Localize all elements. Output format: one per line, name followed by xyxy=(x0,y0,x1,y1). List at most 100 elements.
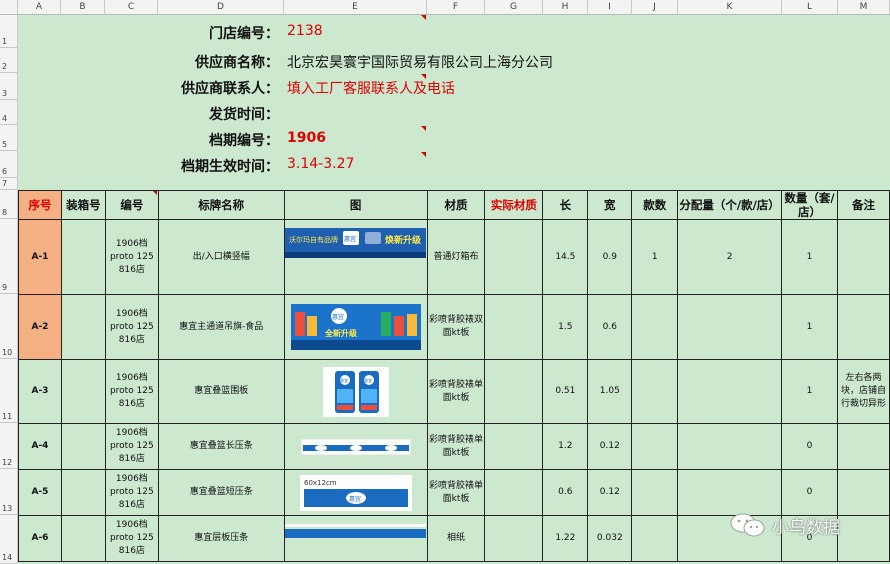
cell-quantity[interactable]: 1 xyxy=(781,359,838,424)
supplier-name-value[interactable]: 北京宏昊寰宇国际贸易有限公司上海分公司 xyxy=(287,52,553,72)
column-header-c[interactable]: C xyxy=(105,0,158,15)
column-header-d[interactable]: D xyxy=(158,0,284,15)
row-header-5[interactable]: 5 xyxy=(0,125,18,151)
column-header-g[interactable]: G xyxy=(485,0,543,15)
cell-length[interactable]: 1.22 xyxy=(542,515,589,562)
header-allocation[interactable]: 分配量（个/款/店） xyxy=(677,190,783,220)
row-header-12[interactable]: 12 xyxy=(0,423,18,469)
row-header-6[interactable]: 6 xyxy=(0,151,18,178)
cell-length[interactable]: 1.5 xyxy=(542,294,589,360)
cell-actual-material[interactable] xyxy=(484,359,544,424)
cell-allocation[interactable] xyxy=(677,423,783,470)
cell-styles[interactable] xyxy=(631,359,679,424)
row-header-4[interactable]: 4 xyxy=(0,100,18,125)
cell-material[interactable]: 彩喷背胶裱双面kt板 xyxy=(426,294,486,360)
cell-width[interactable]: 1.05 xyxy=(587,359,633,424)
schedule-no-value[interactable]: 1906 xyxy=(287,130,326,146)
cell-width[interactable]: 0.9 xyxy=(587,219,633,295)
header-note[interactable]: 备注 xyxy=(836,190,890,220)
header-width[interactable]: 宽 xyxy=(587,190,633,220)
row-header-9[interactable]: 9 xyxy=(0,219,18,294)
column-header-j[interactable]: J xyxy=(632,0,678,15)
column-header-l[interactable]: L xyxy=(782,0,838,15)
cell-seq[interactable]: A-6 xyxy=(18,515,62,562)
comment-indicator[interactable] xyxy=(421,152,426,157)
cell-note[interactable] xyxy=(836,294,890,360)
cell-code[interactable]: 1906档 proto 125 816店 xyxy=(104,469,159,516)
row-header-10[interactable]: 10 xyxy=(0,294,18,359)
cell-code[interactable]: 1906档 proto 125 816店 xyxy=(104,359,159,424)
cell-length[interactable]: 1.2 xyxy=(542,423,589,470)
header-material[interactable]: 材质 xyxy=(426,190,486,220)
cell-length[interactable]: 0.6 xyxy=(542,469,589,516)
comment-indicator[interactable] xyxy=(421,15,426,20)
cell-actual-material[interactable] xyxy=(484,515,544,562)
cell-seq[interactable]: A-2 xyxy=(18,294,62,360)
header-actual-material[interactable]: 实际材质 xyxy=(484,190,544,220)
cell-material[interactable]: 普通灯箱布 xyxy=(426,219,486,295)
cell-box-no[interactable] xyxy=(60,515,106,562)
cell-actual-material[interactable] xyxy=(484,469,544,516)
cell-image[interactable] xyxy=(283,423,428,470)
cell-image[interactable]: 惠宜 全新升级 xyxy=(283,294,428,360)
cell-allocation[interactable]: 2 xyxy=(677,219,783,295)
column-header-i[interactable]: I xyxy=(588,0,632,15)
cell-styles[interactable] xyxy=(631,469,679,516)
cell-sign-name[interactable]: 惠宜层板压条 xyxy=(157,515,285,562)
row-header-2[interactable]: 2 xyxy=(0,48,18,73)
cell-styles[interactable] xyxy=(631,294,679,360)
header-code[interactable]: 编号 xyxy=(104,190,159,220)
cell-note[interactable] xyxy=(836,423,890,470)
cell-quantity[interactable]: 1 xyxy=(781,294,838,360)
row-header-3[interactable]: 3 xyxy=(0,73,18,100)
cell-styles[interactable] xyxy=(631,515,679,562)
cell-length[interactable]: 14.5 xyxy=(542,219,589,295)
shelf-strip-image[interactable] xyxy=(285,524,426,540)
cell-seq[interactable]: A-4 xyxy=(18,423,62,470)
banner-image[interactable]: 沃尔玛自有品牌 惠宜 焕新升级 xyxy=(285,228,426,258)
cell-width[interactable]: 0.6 xyxy=(587,294,633,360)
cell-width[interactable]: 0.12 xyxy=(587,423,633,470)
cell-material[interactable]: 彩喷背胶裱单面kt板 xyxy=(426,359,486,424)
header-quantity[interactable]: 数量（套/店） xyxy=(781,190,838,220)
cell-length[interactable]: 0.51 xyxy=(542,359,589,424)
header-seq[interactable]: 序号 xyxy=(18,190,62,220)
store-no-value[interactable]: 2138 xyxy=(287,23,323,39)
cell-sign-name[interactable]: 惠宜叠篮长压条 xyxy=(157,423,285,470)
cell-image[interactable] xyxy=(283,515,428,562)
cell-material[interactable]: 相纸 xyxy=(426,515,486,562)
comment-indicator[interactable] xyxy=(421,74,426,79)
cell-code[interactable]: 1906档 proto 125 816店 xyxy=(104,423,159,470)
column-header-b[interactable]: B xyxy=(61,0,105,15)
long-strip-image[interactable] xyxy=(300,438,411,455)
cell-actual-material[interactable] xyxy=(484,294,544,360)
cell-sign-name[interactable]: 惠宜叠篮短压条 xyxy=(157,469,285,516)
comment-indicator[interactable] xyxy=(421,126,426,131)
header-image[interactable]: 图 xyxy=(283,190,428,220)
cell-allocation[interactable] xyxy=(677,294,783,360)
cell-code[interactable]: 1906档 proto 125 816店 xyxy=(104,515,159,562)
cell-note[interactable] xyxy=(836,469,890,516)
cell-seq[interactable]: A-1 xyxy=(18,219,62,295)
cell-allocation[interactable] xyxy=(677,469,783,516)
cell-image[interactable]: 60x12cm 惠宜 xyxy=(283,469,428,516)
cell-width[interactable]: 0.12 xyxy=(587,469,633,516)
column-header-k[interactable]: K xyxy=(678,0,782,15)
cell-styles[interactable]: 1 xyxy=(631,219,679,295)
column-header-a[interactable]: A xyxy=(18,0,61,15)
cell-actual-material[interactable] xyxy=(484,219,544,295)
header-sign-name[interactable]: 标牌名称 xyxy=(157,190,285,220)
cell-sign-name[interactable]: 惠宜叠篮围板 xyxy=(157,359,285,424)
column-header-h[interactable]: H xyxy=(543,0,588,15)
cell-box-no[interactable] xyxy=(60,294,106,360)
hanging-flag-image[interactable]: 惠宜 全新升级 xyxy=(290,304,421,350)
cell-styles[interactable] xyxy=(631,423,679,470)
short-strip-image[interactable]: 60x12cm 惠宜 xyxy=(299,474,412,511)
header-box-no[interactable]: 装箱号 xyxy=(60,190,106,220)
row-header-13[interactable]: 13 xyxy=(0,469,18,515)
basket-panel-image[interactable]: 惠宜 惠宜 xyxy=(322,366,389,417)
cell-box-no[interactable] xyxy=(60,469,106,516)
cell-note[interactable] xyxy=(836,515,890,562)
cell-note[interactable] xyxy=(836,219,890,295)
row-header-1[interactable]: 1 xyxy=(0,15,18,48)
